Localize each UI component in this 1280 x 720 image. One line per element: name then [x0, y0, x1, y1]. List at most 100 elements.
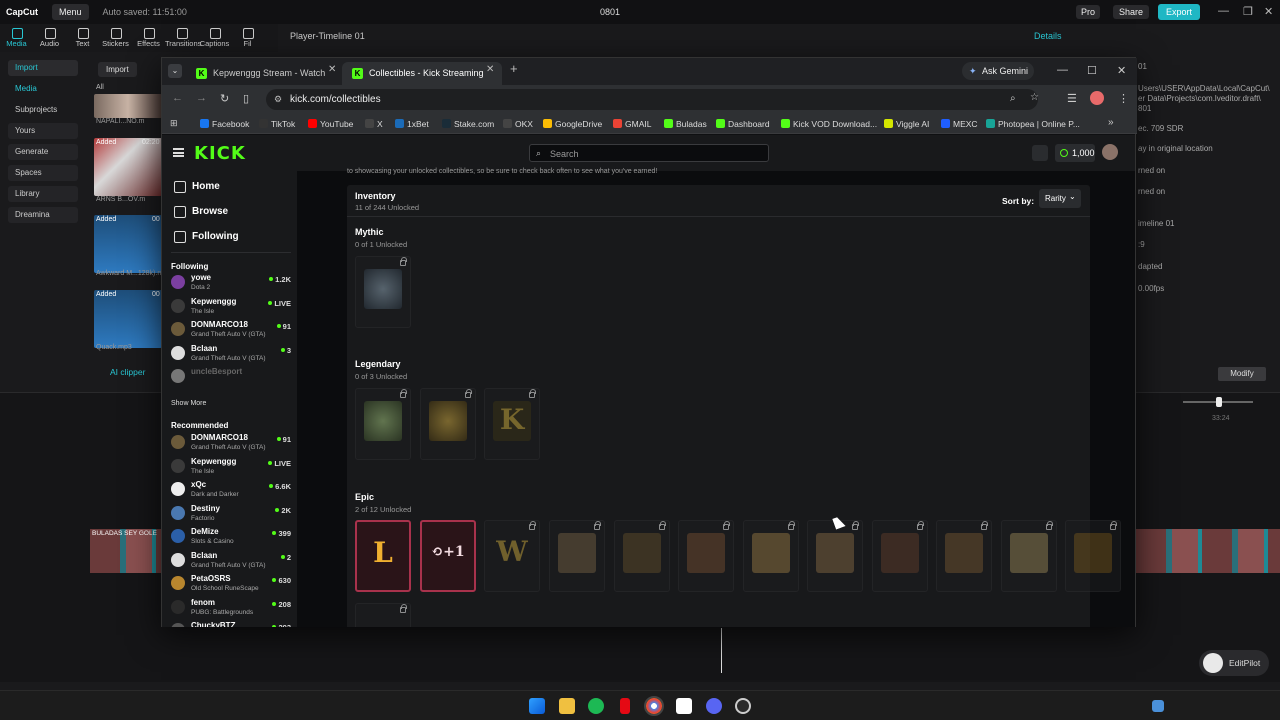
channel-item[interactable]: ChuckyBTZ 293: [171, 621, 291, 627]
capcut-icon[interactable]: [676, 698, 692, 714]
sidebar-import[interactable]: Import: [8, 60, 78, 76]
bookmark-tiktok[interactable]: TikTok: [259, 119, 295, 129]
minimize-icon[interactable]: —: [1218, 5, 1229, 17]
kick-logo[interactable]: KICK: [194, 143, 246, 164]
media-thumbnail[interactable]: [94, 215, 162, 273]
file-explorer-icon[interactable]: [559, 698, 575, 714]
channel-item[interactable]: uncleBesport: [171, 367, 291, 389]
steam-icon[interactable]: [735, 698, 751, 714]
media-filter-all[interactable]: All: [96, 84, 104, 91]
bookmark-youtube[interactable]: YouTube: [308, 119, 353, 129]
collectible-card-epic[interactable]: [613, 520, 670, 592]
maximize-icon[interactable]: ☐: [1087, 64, 1097, 77]
forward-icon[interactable]: →: [196, 92, 207, 104]
channel-item[interactable]: xQc Dark and Darker 6.6K: [171, 480, 291, 502]
modify-button[interactable]: Modify: [1218, 367, 1266, 381]
tab-search-icon[interactable]: ⌄: [168, 64, 182, 78]
notifications-icon[interactable]: [1032, 145, 1048, 161]
ai-clipper-button[interactable]: AI clipper: [110, 367, 145, 377]
sidebar-media[interactable]: Media: [8, 81, 78, 97]
start-icon[interactable]: [529, 698, 545, 714]
extensions-icon[interactable]: ☰: [1067, 92, 1077, 105]
bookmark-googledrive[interactable]: GoogleDrive: [543, 119, 602, 129]
sidebar-generate[interactable]: Generate: [8, 144, 78, 160]
sidebar-subprojects[interactable]: Subprojects: [8, 102, 78, 118]
bookmark-1xbet[interactable]: 1xBet: [395, 119, 429, 129]
export-button[interactable]: Export: [1158, 4, 1201, 20]
browser-menu-icon[interactable]: ⋮: [1118, 92, 1129, 105]
bookmark-kick-vod[interactable]: Kick VOD Download...: [781, 119, 877, 129]
channel-item[interactable]: Bclaan Grand Theft Auto V (GTA) 3: [171, 344, 291, 366]
collectible-card-epic[interactable]: L: [355, 520, 411, 592]
tool-transitions[interactable]: Transitions: [165, 24, 201, 52]
show-more-link[interactable]: Show More: [171, 400, 206, 407]
sidebar-spaces[interactable]: Spaces: [8, 165, 78, 181]
bookmark-okx[interactable]: OKX: [503, 119, 533, 129]
collectible-card-legendary[interactable]: [420, 388, 476, 460]
profile-avatar[interactable]: [1090, 91, 1104, 105]
channel-item[interactable]: DeMize Slots & Casino 399: [171, 527, 291, 549]
bookmark-star-icon[interactable]: ☆: [1030, 92, 1039, 103]
collectible-card-epic[interactable]: [355, 603, 411, 627]
maximize-icon[interactable]: ❐: [1243, 5, 1253, 18]
editpilot-button[interactable]: EditPilot: [1199, 650, 1269, 676]
nav-browse[interactable]: Browse: [174, 206, 228, 218]
ask-gemini-button[interactable]: ✦ Ask Gemini: [962, 62, 1034, 80]
collectible-card-epic[interactable]: [807, 520, 863, 592]
back-icon[interactable]: ←: [172, 92, 183, 104]
discord-icon[interactable]: [706, 698, 722, 714]
channel-item[interactable]: Kepwenggg The Isle LIVE: [171, 297, 291, 319]
netflix-icon[interactable]: [620, 698, 630, 714]
tab-close-icon[interactable]: ✕: [328, 64, 336, 75]
collectible-card-epic[interactable]: [1065, 520, 1121, 592]
minimize-icon[interactable]: —: [1057, 64, 1068, 76]
collectible-card-legendary[interactable]: K: [484, 388, 540, 460]
spotify-icon[interactable]: [588, 698, 604, 714]
collectible-card-epic[interactable]: [1000, 520, 1057, 592]
zoom-slider-handle[interactable]: [1216, 397, 1222, 407]
bookmark-mexc[interactable]: MEXC: [941, 119, 978, 129]
media-thumbnail[interactable]: [94, 138, 162, 196]
collectible-card-legendary[interactable]: [355, 388, 411, 460]
collectible-card-mythic[interactable]: [355, 256, 411, 328]
more-bookmarks-icon[interactable]: »: [1108, 117, 1114, 128]
sort-dropdown[interactable]: Rarity ⌄: [1039, 189, 1081, 208]
nav-following[interactable]: Following: [174, 231, 239, 243]
bookmark-dashboard[interactable]: Dashboard: [716, 119, 770, 129]
tool-media[interactable]: Media: [0, 24, 33, 52]
apps-icon[interactable]: ⊞: [170, 118, 178, 129]
split-view-icon[interactable]: ▯: [243, 92, 249, 105]
reload-icon[interactable]: ↻: [220, 92, 229, 105]
collectible-card-epic[interactable]: W: [484, 520, 540, 592]
hamburger-menu-icon[interactable]: [173, 148, 184, 157]
bookmark-stake[interactable]: Stake.com: [442, 119, 494, 129]
media-thumbnail[interactable]: [94, 94, 162, 118]
site-info-icon[interactable]: ⚙: [274, 94, 282, 105]
sidebar-dreamina[interactable]: Dreamina: [8, 207, 78, 223]
pro-button[interactable]: Pro: [1076, 5, 1101, 19]
close-icon[interactable]: ✕: [1264, 5, 1273, 18]
kicks-balance-button[interactable]: 1,000: [1055, 144, 1095, 162]
bookmark-x[interactable]: X: [365, 119, 383, 129]
tab-collectibles[interactable]: K Collectibles - Kick Streaming: [342, 62, 502, 85]
channel-item[interactable]: DONMARCO18 Grand Theft Auto V (GTA) 91: [171, 433, 291, 455]
bookmark-facebook[interactable]: Facebook: [200, 119, 249, 129]
collectible-card-epic[interactable]: [742, 520, 799, 592]
channel-item[interactable]: Destiny Factorio 2K: [171, 504, 291, 526]
collectible-card-epic[interactable]: [678, 520, 734, 592]
channel-item[interactable]: Bclaan Grand Theft Auto V (GTA) 2: [171, 551, 291, 573]
bookmark-photopea[interactable]: Photopea | Online P...: [986, 119, 1080, 129]
channel-item[interactable]: fenom PUBG: Battlegrounds 208: [171, 598, 291, 620]
kick-search-input[interactable]: ⌕ Search: [529, 144, 769, 162]
tool-captions[interactable]: Captions: [198, 24, 231, 52]
collectible-card-epic[interactable]: [549, 520, 605, 592]
channel-item[interactable]: Kepwenggg The Isle LIVE: [171, 457, 291, 479]
video-clip[interactable]: [1136, 529, 1280, 573]
bookmark-viggle[interactable]: Viggle AI: [884, 119, 929, 129]
playhead[interactable]: [721, 628, 722, 673]
tab-close-icon[interactable]: ✕: [486, 64, 494, 75]
channel-item[interactable]: PetaOSRS Old School RuneScape 630: [171, 574, 291, 596]
share-button[interactable]: Share: [1113, 5, 1150, 19]
media-thumbnail[interactable]: [94, 290, 162, 348]
tool-text[interactable]: Text: [66, 24, 99, 52]
